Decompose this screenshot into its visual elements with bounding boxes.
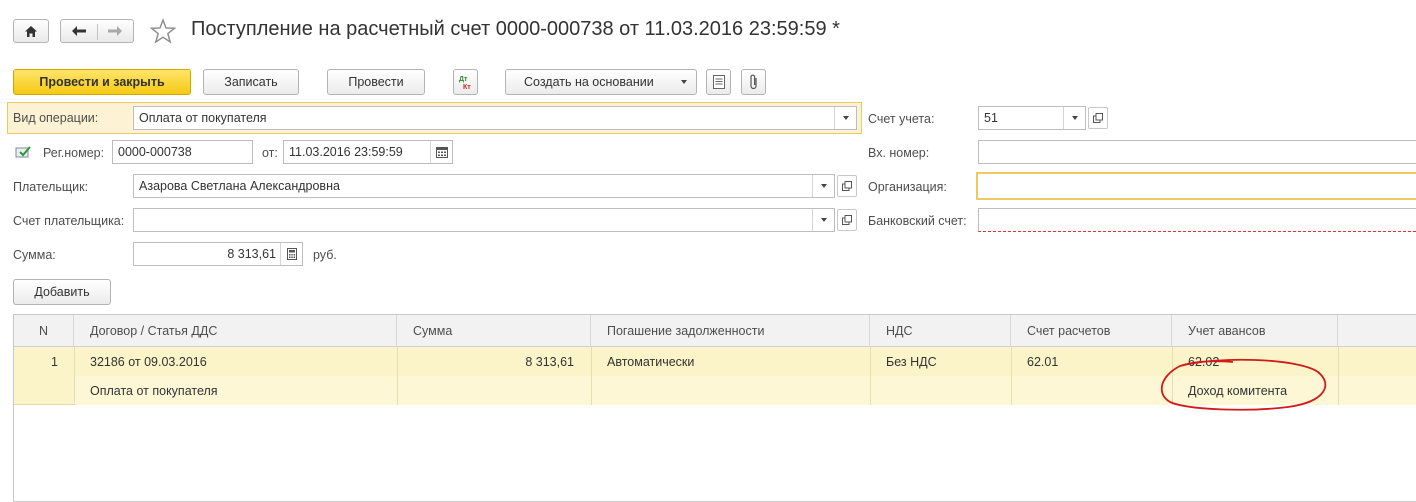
posted-check-icon [15, 146, 31, 158]
post-and-close-button[interactable]: Провести и закрыть [13, 69, 191, 95]
currency-label: руб. [313, 248, 337, 262]
vat-cell[interactable]: Без НДС [886, 355, 937, 369]
chevron-down-icon [820, 184, 827, 188]
contract-cell[interactable]: 32186 от 09.03.2016 [90, 355, 207, 369]
calculator-icon [286, 248, 297, 260]
document-icon [712, 75, 725, 89]
svg-text:Кт: Кт [463, 84, 471, 91]
account-value: 51 [984, 111, 998, 125]
back-button[interactable] [62, 21, 96, 41]
column-header-n[interactable]: N [14, 315, 74, 347]
incoming-number-field[interactable] [978, 140, 1416, 164]
save-button[interactable]: Записать [203, 69, 299, 95]
chevron-down-icon [842, 116, 849, 120]
organization-field[interactable] [976, 172, 1416, 200]
paperclip-icon [749, 74, 757, 90]
open-icon [842, 215, 852, 225]
attach-button[interactable] [741, 69, 766, 95]
open-icon [1093, 113, 1103, 123]
column-header-contract[interactable]: Договор / Статья ДДС [74, 315, 397, 347]
dt-kt-button[interactable]: Дт Кт [453, 69, 478, 95]
operation-type-select[interactable]: Оплата от покупателя [133, 106, 857, 130]
add-row-button[interactable]: Добавить [13, 279, 111, 305]
cell-divider [74, 347, 75, 405]
bank-account-label: Банковский счет: [868, 214, 967, 228]
row-number: 1 [51, 355, 58, 369]
calendar-icon [435, 146, 448, 158]
repayment-cell[interactable]: Автоматически [607, 355, 694, 369]
dds-item-cell[interactable]: Оплата от покупателя [90, 384, 218, 398]
settlement-account-cell[interactable]: 62.01 [1027, 355, 1058, 369]
column-header-vat[interactable]: НДС [870, 315, 1011, 347]
column-header-repayment[interactable]: Погашение задолженности [591, 315, 870, 347]
annotation-ellipse [1160, 358, 1327, 411]
arrow-left-icon [72, 26, 86, 36]
dt-kt-icon: Дт Кт [459, 76, 471, 91]
calculator-button[interactable] [280, 243, 302, 265]
account-label: Счет учета: [868, 112, 935, 126]
sum-field[interactable]: 8 313,61 [133, 242, 303, 266]
table-header: N Договор / Статья ДДС Сумма Погашение з… [14, 315, 1416, 347]
home-icon [25, 25, 37, 37]
payer-account-open-button[interactable] [837, 209, 857, 231]
payer-open-button[interactable] [837, 175, 857, 197]
open-icon [842, 181, 852, 191]
account-dropdown[interactable] [1063, 107, 1085, 129]
payer-account-label: Счет плательщика: [13, 214, 125, 228]
sum-cell[interactable]: 8 313,61 [397, 355, 574, 369]
arrow-right-icon [108, 26, 122, 36]
sum-value: 8 313,61 [227, 247, 276, 261]
incoming-number-label: Вх. номер: [868, 146, 930, 160]
operation-type-dropdown[interactable] [834, 107, 856, 129]
organization-label: Организация: [868, 180, 947, 194]
calendar-button[interactable] [430, 141, 452, 163]
column-header-settlement-account[interactable]: Счет расчетов [1011, 315, 1172, 347]
cell-divider [1338, 347, 1339, 405]
payer-account-dropdown[interactable] [812, 209, 834, 231]
reg-number-label: Рег.номер: [43, 146, 105, 160]
cell-divider [870, 347, 871, 405]
forward-button[interactable] [98, 21, 132, 41]
account-open-button[interactable] [1088, 107, 1108, 129]
operation-type-label: Вид операции: [13, 111, 99, 125]
operation-type-value: Оплата от покупателя [139, 111, 267, 125]
svg-text:Дт: Дт [459, 76, 468, 83]
favorite-star-icon[interactable] [149, 18, 177, 44]
chevron-down-icon [1071, 116, 1078, 120]
reg-number-field[interactable]: 0000-000738 [112, 140, 253, 164]
payer-account-field[interactable] [133, 208, 835, 232]
cell-divider [1011, 347, 1012, 405]
create-based-on-label: Создать на основании [524, 75, 654, 89]
chevron-down-icon [681, 80, 687, 84]
payer-field[interactable]: Азарова Светлана Александровна [133, 174, 835, 198]
home-button[interactable] [13, 19, 49, 43]
post-button[interactable]: Провести [327, 69, 425, 95]
payer-dropdown[interactable] [812, 175, 834, 197]
account-field[interactable]: 51 [978, 106, 1086, 130]
page-title: Поступление на расчетный счет 0000-00073… [191, 18, 840, 40]
date-field[interactable]: 11.03.2016 23:59:59 [283, 140, 453, 164]
create-based-on-button[interactable]: Создать на основании [505, 69, 697, 95]
cell-divider [591, 347, 592, 405]
payer-label: Плательщик: [13, 180, 89, 194]
payer-value: Азарова Светлана Александровна [139, 179, 340, 193]
date-value: 11.03.2016 23:59:59 [289, 145, 403, 159]
column-header-sum[interactable]: Сумма [397, 315, 591, 347]
chevron-down-icon [820, 218, 827, 222]
date-label: от: [262, 146, 278, 160]
column-header-advance-account[interactable]: Учет авансов [1172, 315, 1338, 347]
report-button[interactable] [706, 69, 731, 95]
sum-label: Сумма: [13, 248, 56, 262]
bank-account-field[interactable] [978, 208, 1416, 232]
